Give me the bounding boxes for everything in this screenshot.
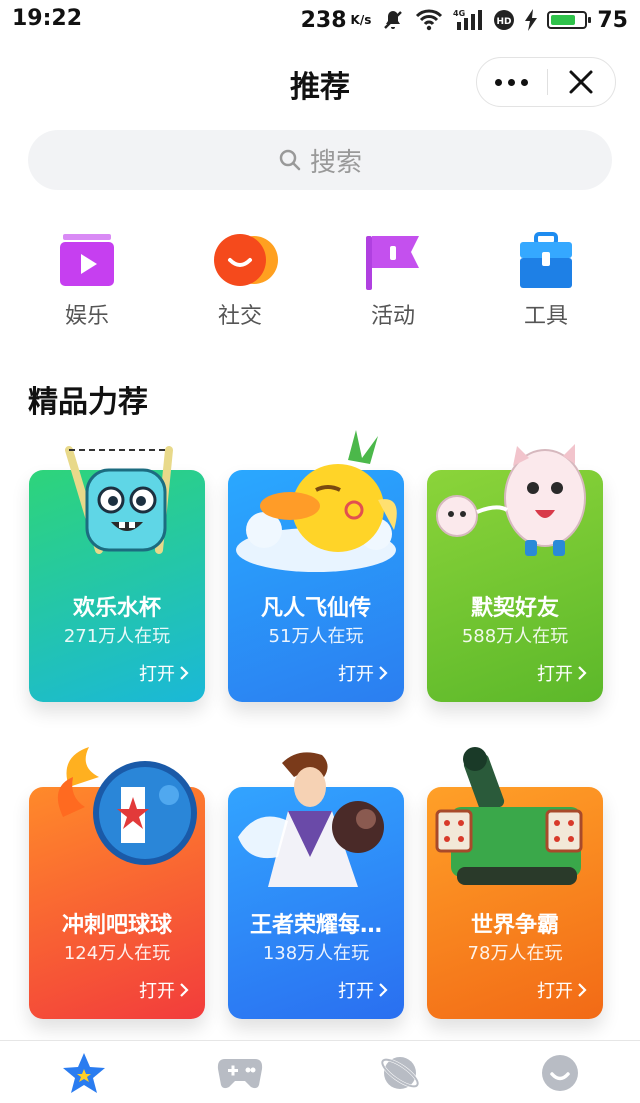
- game-players: 588万人在玩: [461, 626, 569, 647]
- game-players: 51万人在玩: [268, 626, 364, 647]
- open-button[interactable]: 打开: [338, 977, 388, 1003]
- play-icon: [57, 232, 117, 292]
- tab-recommend[interactable]: [59, 1051, 109, 1095]
- game-card[interactable]: 欢乐水杯 271万人在玩 打开: [29, 446, 205, 702]
- chevron-right-icon: [180, 666, 189, 680]
- chat-icon: [210, 232, 278, 292]
- menu-capsule: [476, 57, 616, 107]
- category-row: 娱乐 社交 活动 工具: [0, 232, 640, 332]
- tab-me[interactable]: [535, 1051, 585, 1095]
- status-bar: 19:22 238 K/s 4G HD 75: [0, 0, 640, 40]
- category-label: 工具: [523, 304, 568, 329]
- game-artwork: [65, 446, 173, 554]
- open-button[interactable]: 打开: [338, 660, 388, 686]
- open-label: 打开: [338, 981, 374, 1002]
- planet-icon: [380, 1057, 420, 1089]
- tab-games[interactable]: [215, 1051, 265, 1095]
- game-players: 271万人在玩: [63, 626, 171, 647]
- tab-discover[interactable]: [375, 1051, 425, 1095]
- game-card[interactable]: 凡人飞仙传 51万人在玩 打开: [228, 430, 404, 702]
- open-label: 打开: [139, 664, 175, 685]
- status-right: 238 K/s 4G HD 75: [301, 6, 628, 34]
- game-artwork: [436, 444, 586, 556]
- category-label: 娱乐: [64, 304, 109, 329]
- game-name: 世界争霸: [470, 913, 559, 938]
- gamepad-icon: [217, 1059, 263, 1089]
- battery-icon: [547, 11, 592, 29]
- open-button[interactable]: 打开: [537, 660, 587, 686]
- network-speed: 238: [300, 7, 347, 33]
- search-icon: [279, 149, 301, 171]
- game-name: 凡人飞仙传: [260, 596, 371, 621]
- open-label: 打开: [139, 981, 175, 1002]
- svg-text:HD: HD: [497, 17, 512, 27]
- category-label: 社交: [217, 304, 262, 329]
- game-name: 欢乐水杯: [72, 596, 161, 621]
- game-name: 默契好友: [470, 596, 559, 621]
- category-activity[interactable]: 活动: [343, 232, 443, 330]
- close-icon: [569, 70, 593, 94]
- wifi-icon: [415, 9, 443, 31]
- section-title: 精品力荐: [28, 385, 148, 420]
- close-button[interactable]: [548, 58, 616, 106]
- game-name: 王者荣耀每…: [249, 913, 382, 938]
- hd-icon: HD: [493, 9, 515, 31]
- network-speed-unit: K/s: [350, 13, 372, 27]
- game-artwork: [238, 752, 384, 887]
- search-placeholder: 搜索: [309, 147, 362, 178]
- open-button[interactable]: 打开: [537, 977, 587, 1003]
- open-button[interactable]: 打开: [139, 660, 189, 686]
- category-tools[interactable]: 工具: [496, 232, 596, 330]
- chevron-right-icon: [180, 983, 189, 997]
- more-button[interactable]: [477, 58, 547, 106]
- battery-fill: [551, 15, 576, 25]
- signal-icon: 4G: [453, 8, 483, 32]
- bottom-tab-bar: [0, 1040, 640, 1103]
- network-type: 4G: [453, 9, 465, 18]
- game-players: 78万人在玩: [467, 943, 563, 964]
- category-label: 活动: [370, 304, 415, 329]
- game-card[interactable]: 世界争霸 78万人在玩 打开: [427, 747, 603, 1019]
- open-button[interactable]: 打开: [139, 977, 189, 1003]
- more-dot: [495, 78, 503, 86]
- nav-header: 推荐: [0, 50, 640, 114]
- open-label: 打开: [338, 664, 374, 685]
- game-card[interactable]: 王者荣耀每… 138万人在玩 打开: [228, 752, 404, 1019]
- category-social[interactable]: 社交: [190, 232, 290, 330]
- game-artwork: [57, 747, 197, 865]
- game-card[interactable]: 默契好友 588万人在玩 打开: [427, 444, 603, 702]
- chevron-right-icon: [578, 983, 587, 997]
- mute-icon: [381, 8, 405, 32]
- smile-icon: [542, 1055, 578, 1091]
- open-label: 打开: [537, 664, 573, 685]
- game-name: 冲刺吧球球: [61, 913, 172, 938]
- game-artwork: [435, 747, 583, 885]
- game-card[interactable]: 冲刺吧球球 124万人在玩 打开: [29, 747, 205, 1019]
- battery-level: 75: [597, 7, 628, 33]
- game-artwork: [236, 430, 397, 572]
- chevron-right-icon: [578, 666, 587, 680]
- more-dot: [508, 78, 516, 86]
- star-icon: [63, 1053, 105, 1093]
- charging-icon: [525, 9, 538, 31]
- category-entertainment[interactable]: 娱乐: [37, 232, 137, 330]
- flag-icon: [363, 232, 423, 292]
- game-players: 124万人在玩: [63, 943, 171, 964]
- game-players: 138万人在玩: [262, 943, 370, 964]
- chevron-right-icon: [379, 983, 388, 997]
- chevron-right-icon: [379, 666, 388, 680]
- open-label: 打开: [537, 981, 573, 1002]
- toolbox-icon: [516, 232, 576, 292]
- more-dot: [521, 78, 529, 86]
- search-input[interactable]: 搜索: [28, 130, 612, 190]
- status-time: 19:22: [12, 6, 83, 31]
